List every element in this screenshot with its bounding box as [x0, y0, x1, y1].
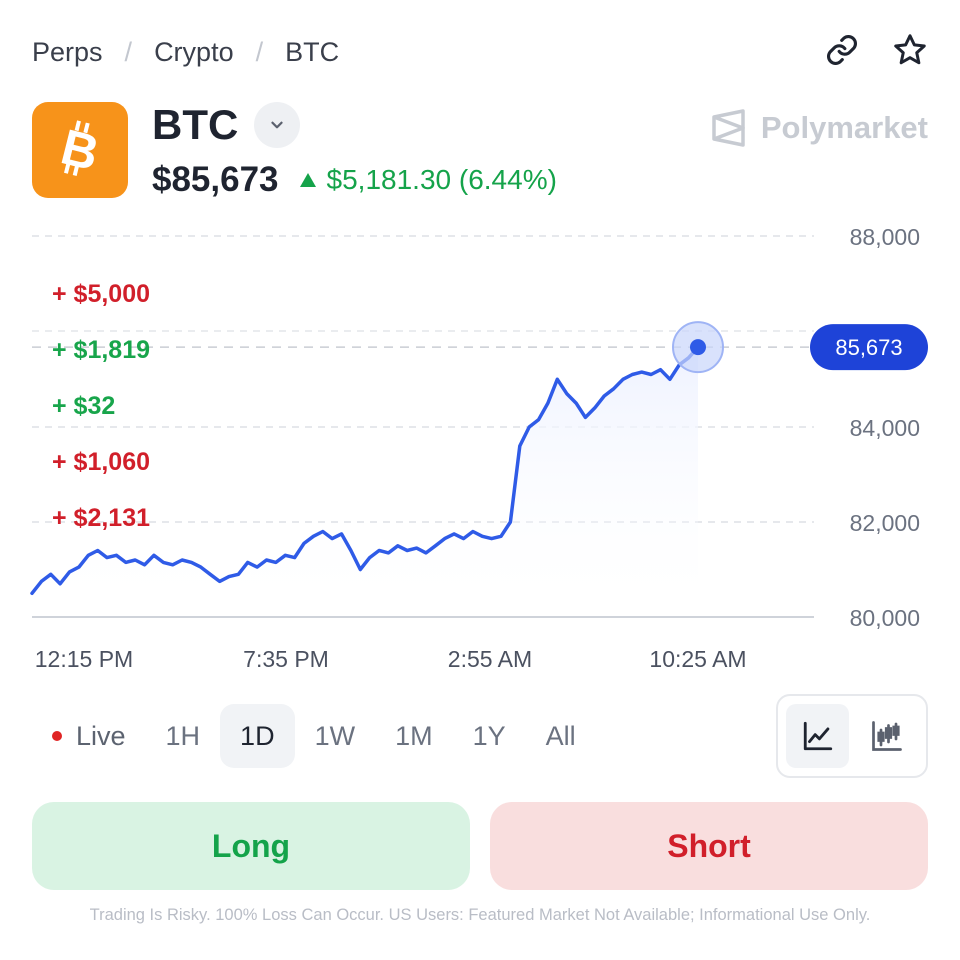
breadcrumb-btc[interactable]: BTC — [285, 37, 339, 68]
brand-name: Polymarket — [760, 110, 928, 145]
triangle-up-icon — [299, 173, 316, 187]
risk-disclaimer: Trading Is Risky. 100% Loss Can Occur. U… — [89, 906, 871, 924]
range-1d-button[interactable]: 1D — [220, 704, 295, 768]
breadcrumb: Perps / Crypto / BTC — [32, 34, 339, 70]
pnl-level-label: + $5,000 — [52, 280, 151, 308]
range-1y-button[interactable]: 1Y — [453, 704, 526, 768]
asset-dropdown-button[interactable] — [254, 102, 301, 148]
live-dot-icon — [52, 731, 62, 741]
price-change: $5,181.30 (6.44%) — [299, 164, 557, 196]
polymarket-logo-icon — [712, 109, 745, 147]
current-value-label: 85,673 — [835, 335, 902, 360]
last-point — [690, 339, 706, 356]
y-tick-label: 80,000 — [850, 605, 920, 631]
y-tick-label: 82,000 — [850, 510, 920, 536]
polymarket-brand: Polymarket — [711, 106, 928, 150]
candlestick-view-button[interactable] — [855, 704, 918, 768]
range-label: 1H — [165, 720, 201, 751]
range-1m-button[interactable]: 1M — [375, 704, 453, 768]
pnl-level-label: + $2,131 — [52, 504, 151, 532]
breadcrumb-perps[interactable]: Perps — [32, 37, 103, 68]
svg-text:B: B — [56, 120, 105, 180]
range-1h-button[interactable]: 1H — [146, 704, 221, 768]
long-button[interactable]: Long — [32, 802, 470, 890]
range-label: 1D — [240, 720, 275, 751]
time-range-selector: Live 1H 1D 1W 1M 1Y All — [32, 704, 596, 768]
range-label: 1Y — [472, 720, 506, 751]
short-button[interactable]: Short — [490, 802, 928, 890]
price-row: $85,673 $5,181.30 (6.44%) — [152, 156, 557, 204]
pnl-level-label: + $32 — [52, 392, 116, 420]
range-1w-button[interactable]: 1W — [295, 704, 376, 768]
pnl-level-label: + $1,819 — [52, 336, 151, 364]
x-tick-label: 7:35 PM — [243, 646, 329, 672]
chart-view-toggle — [776, 694, 928, 778]
top-actions — [822, 30, 930, 70]
star-icon[interactable] — [890, 30, 930, 70]
range-all-button[interactable]: All — [526, 704, 596, 768]
range-live-button[interactable]: Live — [32, 704, 146, 768]
asset-ticker: BTC — [152, 100, 301, 150]
range-label: All — [545, 720, 576, 751]
bitcoin-logo-icon: B — [32, 102, 128, 198]
x-tick-label: 2:55 AM — [448, 646, 532, 672]
candlestick-icon — [871, 721, 902, 751]
current-price: $85,673 — [152, 160, 279, 199]
chevron-down-icon — [271, 121, 283, 129]
breadcrumb-separator: / — [124, 36, 133, 67]
price-change-value: $5,181.30 (6.44%) — [326, 164, 557, 195]
line-chart-icon — [803, 721, 832, 751]
range-label: 1W — [314, 720, 356, 751]
breadcrumb-crypto[interactable]: Crypto — [154, 37, 234, 68]
range-label: 1M — [395, 720, 433, 751]
range-label: Live — [76, 720, 126, 751]
link-icon[interactable] — [822, 30, 862, 70]
y-tick-label: 88,000 — [850, 224, 920, 250]
x-tick-label: 12:15 PM — [35, 646, 133, 672]
asset-symbol: BTC — [152, 101, 239, 148]
x-tick-label: 10:25 AM — [649, 646, 746, 672]
y-tick-label: 84,000 — [850, 415, 920, 441]
breadcrumb-separator: / — [255, 36, 264, 67]
line-chart-view-button[interactable] — [786, 704, 849, 768]
pnl-level-label: + $1,060 — [52, 448, 151, 476]
series-area — [32, 347, 698, 617]
